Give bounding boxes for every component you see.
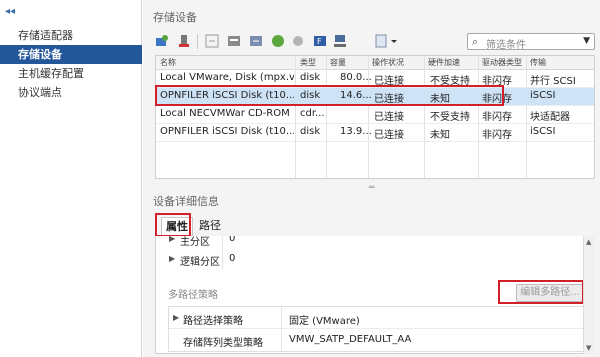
- nav-item-storage-devices[interactable]: 存储设备: [0, 45, 142, 64]
- attach-icon[interactable]: [177, 34, 191, 48]
- device-capacity: 13.9...: [340, 126, 372, 137]
- tab-paths[interactable]: 路径: [195, 217, 225, 237]
- policy-key: 路径选择策略: [183, 316, 243, 327]
- property-value: 0: [229, 253, 236, 264]
- host-icon[interactable]: [333, 34, 347, 48]
- device-drive-type: 非闪存: [482, 130, 512, 141]
- device-hw-accel: 不受支持: [430, 112, 470, 123]
- device-hw-accel: 未知: [430, 130, 450, 141]
- multipath-policy-table: ▶ 路径选择策略 固定 (VMware) 存储阵列类型策略 VMW_SATP_D…: [168, 306, 586, 352]
- nav-item-host-cache[interactable]: 主机缓存配置: [0, 64, 142, 83]
- nav-item-storage-adapters[interactable]: 存储适配器: [0, 26, 142, 45]
- column-header[interactable]: 类型: [300, 57, 316, 68]
- device-capacity: 80.0...: [340, 72, 372, 83]
- property-key: 逻辑分区: [180, 257, 220, 268]
- device-details-title: 设备详细信息: [153, 195, 219, 208]
- device-transport: 块适配器: [530, 112, 570, 123]
- property-row[interactable]: ▶ 逻辑分区 0: [156, 250, 586, 270]
- rescan-icon[interactable]: [205, 34, 219, 48]
- refresh-icon[interactable]: [155, 34, 169, 48]
- column-header[interactable]: 硬件加速: [428, 57, 460, 68]
- scroll-up-icon[interactable]: ▲: [586, 238, 591, 246]
- expand-icon[interactable]: ▶: [173, 313, 179, 322]
- device-name: OPNFILER iSCSI Disk (t10....: [160, 126, 294, 137]
- filter-input[interactable]: ⌕ 筛选条件 ▼: [467, 33, 595, 51]
- device-name: Local NECVMWar CD-ROM ...: [160, 108, 294, 119]
- storage-devices-table: 名称 类型 容量 操作状况 硬件加速 驱动器类型 传输 Local VMware…: [155, 55, 595, 179]
- left-nav: ◂◂ 存储适配器 存储设备 主机缓存配置 协议端点: [0, 0, 142, 357]
- chevron-down-icon[interactable]: ▼: [583, 36, 590, 46]
- online-icon[interactable]: [271, 34, 285, 48]
- column-header[interactable]: 操作状况: [372, 57, 404, 68]
- column-header[interactable]: 驱动器类型: [482, 57, 522, 68]
- svg-text:F: F: [317, 37, 322, 46]
- table-row[interactable]: OPNFILER iSCSI Disk (t10.... disk 13.9..…: [156, 124, 594, 142]
- toolbar-divider: [197, 34, 198, 49]
- filter-placeholder: 筛选条件: [486, 40, 526, 51]
- column-header[interactable]: 传输: [530, 57, 546, 68]
- policy-row[interactable]: ▶ 路径选择策略 固定 (VMware): [169, 307, 585, 329]
- property-row[interactable]: ▶ 主分区 0: [156, 236, 586, 250]
- table-header: 名称 类型 容量 操作状况 硬件加速 驱动器类型 传输: [156, 56, 594, 70]
- device-type: disk: [300, 72, 321, 83]
- device-type: disk: [300, 126, 321, 137]
- button-highlight-annotation: [498, 280, 584, 304]
- row-highlight-annotation: [155, 85, 504, 106]
- main-panel: 存储设备 F ⌕ 筛选条件 ▼ 名称 类型 容量 操作状况 硬件加速 驱动器类型…: [143, 0, 600, 357]
- splitter-handle[interactable]: ═: [369, 183, 374, 193]
- nav-item-protocol-endpoints[interactable]: 协议端点: [0, 83, 142, 102]
- detach-icon[interactable]: [249, 34, 263, 48]
- device-transport: iSCSI: [530, 126, 556, 137]
- actions-menu-icon[interactable]: [375, 34, 399, 48]
- storage-devices-title: 存储设备: [153, 11, 197, 24]
- column-header[interactable]: 容量: [330, 57, 346, 68]
- tab-highlight-annotation: [155, 213, 191, 237]
- policy-key: 存储阵列类型策略: [183, 338, 263, 349]
- device-transport: iSCSI: [530, 90, 556, 101]
- table-row[interactable]: Local NECVMWar CD-ROM ... cdr... 已连接 不受支…: [156, 106, 594, 124]
- details-tabs: 属性 路径: [155, 215, 595, 237]
- column-header[interactable]: 名称: [160, 57, 176, 68]
- device-transport: 并行 SCSI: [530, 76, 576, 87]
- device-drive-type: 非闪存: [482, 112, 512, 123]
- property-key: 主分区: [180, 237, 210, 248]
- multipath-policy-label: 多路径策略: [168, 290, 218, 301]
- search-icon: ⌕: [472, 35, 479, 48]
- rename-icon[interactable]: [227, 34, 241, 48]
- device-status: 已连接: [374, 112, 404, 123]
- device-status: 已连接: [374, 130, 404, 141]
- toolbar: F ⌕ 筛选条件 ▼: [155, 33, 595, 51]
- expand-icon[interactable]: ▶: [169, 254, 175, 263]
- scroll-down-icon[interactable]: ▼: [586, 344, 591, 352]
- policy-row: 存储阵列类型策略 VMW_SATP_DEFAULT_AA: [169, 329, 585, 351]
- flash-icon[interactable]: F: [313, 34, 327, 48]
- details-scrollbar[interactable]: ▲ ▼: [583, 236, 595, 354]
- collapse-nav-icon[interactable]: ◂◂: [5, 6, 15, 17]
- policy-value: 固定 (VMware): [289, 316, 360, 327]
- device-name: Local VMware, Disk (mpx.v...: [160, 72, 294, 83]
- policy-value: VMW_SATP_DEFAULT_AA: [289, 334, 412, 345]
- offline-icon[interactable]: [291, 34, 305, 48]
- property-value: 0: [229, 236, 236, 244]
- expand-icon[interactable]: ▶: [169, 236, 175, 243]
- device-type: cdr...: [300, 108, 325, 119]
